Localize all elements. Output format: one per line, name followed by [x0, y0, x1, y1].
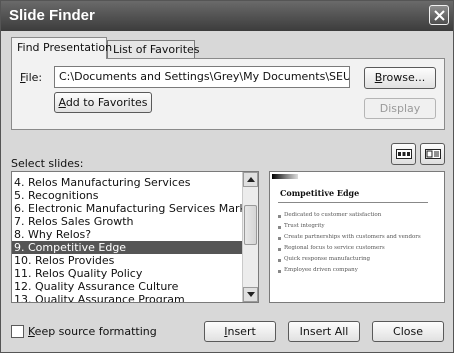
select-slides-label: Select slides: [11, 157, 84, 170]
keep-source-formatting-label: Keep source formatting [28, 325, 157, 338]
title-view-button[interactable] [391, 143, 416, 165]
preview-bullet: Trust integrity [278, 223, 325, 229]
preview-accent-bar [272, 174, 298, 179]
slide-list[interactable]: 4. Relos Manufacturing Services 5. Recog… [11, 171, 259, 303]
preview-bullet: Regional focus to service customers [278, 245, 385, 251]
slide-titles-icon [396, 149, 412, 159]
list-item[interactable]: 7. Relos Sales Growth [12, 215, 242, 228]
chevron-down-icon [247, 292, 255, 297]
dialog-title: Slide Finder [9, 7, 95, 24]
list-item-selected[interactable]: 9. Competitive Edge [12, 241, 242, 254]
list-item[interactable]: 5. Recognitions [12, 189, 242, 202]
slide-preview-icon [425, 149, 441, 159]
close-icon [434, 10, 445, 21]
list-item[interactable]: 13. Quality Assurance Program [12, 293, 242, 302]
list-scrollbar[interactable] [242, 172, 258, 302]
add-to-favorites-button[interactable]: Add to Favorites [54, 92, 152, 113]
slide-finder-dialog: Slide Finder Find Presentation List of F… [0, 0, 454, 353]
preview-bullet: Employee driven company [278, 267, 358, 273]
preview-bullet: Quick response manufacturing [277, 256, 371, 262]
scroll-thumb[interactable] [244, 205, 257, 245]
insert-all-button[interactable]: Insert All [288, 321, 360, 342]
browse-button[interactable]: Browse... [364, 67, 436, 89]
slide-preview: Competitive Edge Dedicated to customer s… [269, 171, 445, 303]
preview-divider [278, 202, 428, 203]
title-bar: Slide Finder [1, 1, 453, 31]
insert-button[interactable]: Insert [204, 321, 276, 342]
keep-source-formatting-checkbox[interactable] [11, 325, 24, 338]
scroll-up-button[interactable] [243, 172, 258, 187]
close-button[interactable]: Close [372, 321, 444, 342]
file-path-input[interactable]: C:\Documents and Settings\Grey\My Docume… [54, 66, 350, 88]
chevron-up-icon [247, 177, 255, 182]
scroll-down-button[interactable] [243, 287, 258, 302]
find-presentation-panel: File: C:\Documents and Settings\Grey\My … [11, 58, 445, 130]
list-item[interactable]: 6. Electronic Manufacturing Services Mar… [12, 202, 242, 215]
tab-list-of-favorites[interactable]: List of Favorites [107, 40, 200, 58]
preview-bullet: Create partnerships with customers and v… [278, 234, 421, 240]
close-window-button[interactable] [429, 5, 449, 25]
list-item[interactable]: 8. Why Relos? [12, 228, 242, 241]
list-item[interactable]: 4. Relos Manufacturing Services [12, 176, 242, 189]
tab-find-presentation[interactable]: Find Presentation [11, 37, 112, 59]
preview-slide-title: Competitive Edge [280, 188, 360, 198]
file-label: File: [20, 71, 43, 84]
preview-view-button[interactable] [420, 143, 445, 165]
list-item[interactable]: 10. Relos Provides [12, 254, 242, 267]
list-item[interactable]: 12. Quality Assurance Culture [12, 280, 242, 293]
list-item[interactable]: 11. Relos Quality Policy [12, 267, 242, 280]
display-button[interactable]: Display [364, 98, 436, 119]
preview-bullet: Dedicated to customer satisfaction [277, 212, 382, 218]
